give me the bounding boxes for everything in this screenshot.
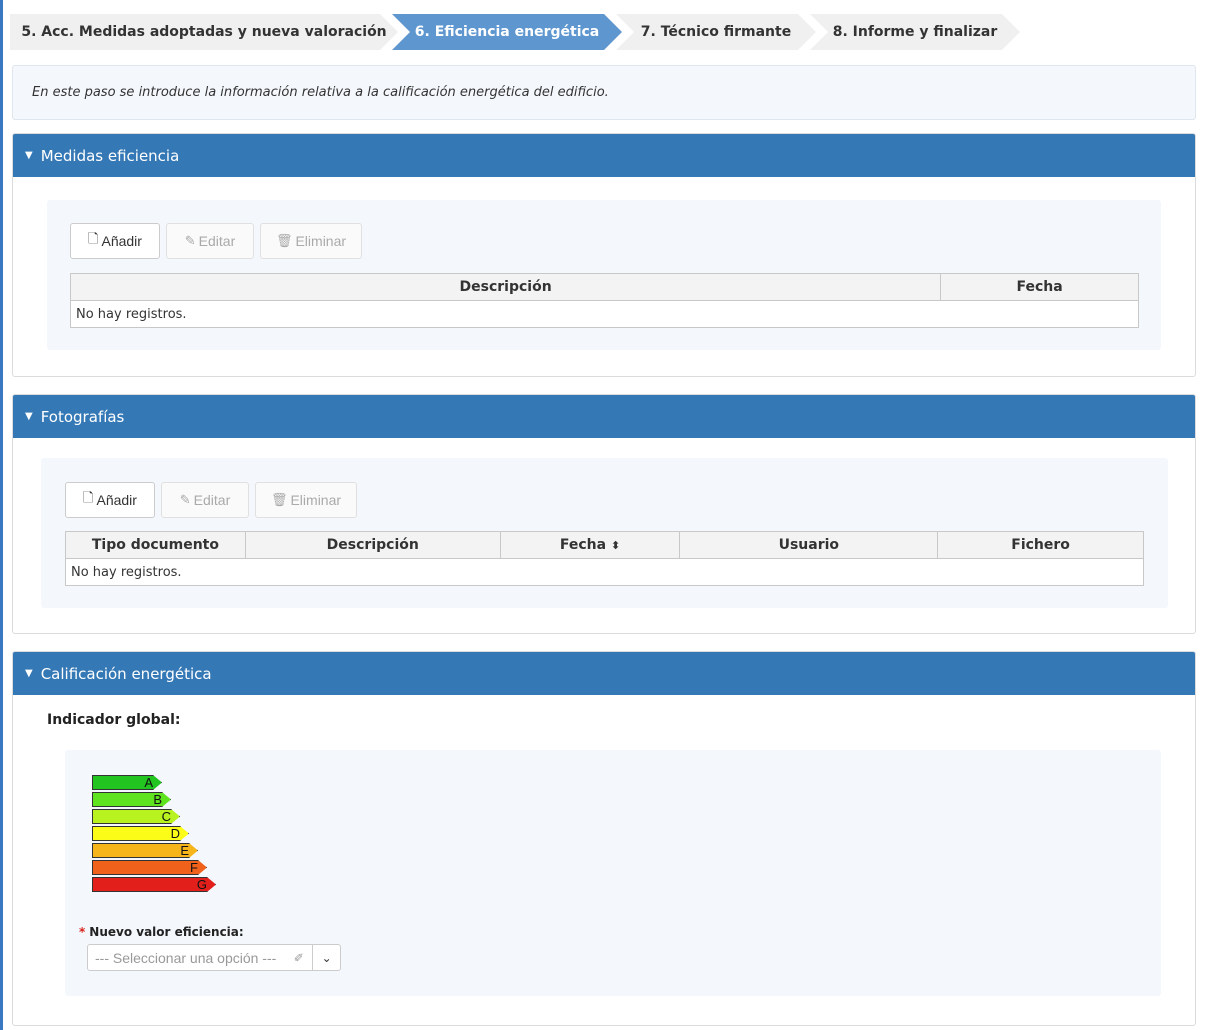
table-row: No hay registros.: [65, 558, 1144, 586]
energy-bar-g: G: [92, 877, 216, 892]
step-6-label: 6. Eficiencia energética: [414, 24, 600, 40]
col-fecha[interactable]: Fecha ⬍: [499, 531, 681, 559]
col-fecha[interactable]: Fecha: [940, 273, 1139, 301]
calificacion-container: ABCDEFG * Nuevo valor eficiencia: --- Sel…: [65, 750, 1161, 996]
medidas-add-button[interactable]: 🗋 Añadir: [70, 223, 160, 259]
step-5[interactable]: 5. Acc. Medidas adoptadas y nueva valora…: [10, 14, 398, 50]
col-tipo-documento[interactable]: Tipo documento: [65, 531, 246, 559]
fotos-delete-label: Eliminar: [290, 492, 342, 508]
info-text: En este paso se introduce la información…: [32, 85, 609, 100]
panel-fotografias-title: Fotografías: [40, 407, 125, 426]
fotos-add-button[interactable]: 🗋 Añadir: [65, 482, 155, 518]
panel-calificacion-header[interactable]: ▼ Calificación energética: [13, 652, 1195, 695]
panel-fotografias-header[interactable]: ▼ Fotografías: [13, 395, 1195, 438]
energy-bar-f: F: [92, 860, 207, 875]
empty-message: No hay registros.: [70, 300, 1139, 328]
energy-bar-b: B: [92, 792, 171, 807]
edit-icon: ✎: [179, 492, 191, 507]
fotos-edit-button[interactable]: ✎ Editar: [161, 482, 249, 518]
col-descripcion[interactable]: Descripción: [69, 273, 942, 301]
medidas-table: Descripción Fecha No hay registros.: [69, 273, 1139, 328]
medidas-container: 🗋 Añadir ✎ Editar 🗑 Eliminar Descripción Fe…: [47, 200, 1161, 350]
wizard-steps: 5. Acc. Medidas adoptadas y nueva valora…: [10, 14, 1205, 50]
nuevo-valor-label: * Nuevo valor eficiencia:: [79, 925, 244, 939]
step-8[interactable]: 8. Informe y finalizar: [810, 14, 1020, 50]
trash-icon: 🗑: [275, 233, 293, 248]
info-box: En este paso se introduce la información…: [12, 65, 1196, 120]
eraser-icon[interactable]: ✐: [294, 951, 312, 965]
col-fichero[interactable]: Fichero: [937, 531, 1144, 559]
medidas-edit-label: Editar: [198, 233, 236, 249]
nuevo-valor-select[interactable]: --- Seleccionar una opción --- ✐ ⌄: [87, 944, 341, 971]
panel-calificacion-title: Calificación energética: [40, 664, 212, 683]
select-placeholder: --- Seleccionar una opción ---: [95, 949, 277, 966]
fotografias-header-row: Tipo documento Descripción Fecha ⬍ Usuar…: [65, 531, 1144, 559]
medidas-edit-button[interactable]: ✎ Editar: [166, 223, 254, 259]
energy-bar-c: C: [92, 809, 180, 824]
fotografias-container: 🗋 Añadir ✎ Editar 🗑 Eliminar Tipo documento…: [41, 458, 1168, 608]
medidas-add-label: Añadir: [101, 233, 142, 249]
panel-medidas-eficiencia: ▼ Medidas eficiencia 🗋 Añadir ✎ Editar 🗑 El…: [12, 133, 1196, 377]
fotografias-table: Tipo documento Descripción Fecha ⬍ Usuar…: [65, 531, 1144, 586]
step-7-label: 7. Técnico firmante: [640, 24, 792, 40]
medidas-delete-label: Eliminar: [295, 233, 347, 249]
file-icon: 🗋: [83, 490, 94, 505]
table-row: No hay registros.: [70, 300, 1139, 328]
caret-down-icon: ▼: [25, 150, 33, 161]
medidas-header-row: Descripción Fecha: [69, 273, 1139, 301]
step-5-label: 5. Acc. Medidas adoptadas y nueva valora…: [21, 24, 387, 40]
col-usuario[interactable]: Usuario: [679, 531, 939, 559]
energy-bar-e: E: [92, 843, 198, 858]
panel-medidas-header[interactable]: ▼ Medidas eficiencia: [13, 134, 1195, 177]
file-icon: 🗋: [88, 231, 99, 246]
panel-fotografias: ▼ Fotografías 🗋 Añadir ✎ Editar 🗑 Eliminar …: [12, 394, 1196, 634]
trash-icon: 🗑: [270, 492, 288, 507]
caret-down-icon: ▼: [25, 668, 33, 679]
chevron-down-icon[interactable]: ⌄: [312, 945, 340, 970]
edit-icon: ✎: [184, 233, 196, 248]
step-8-label: 8. Informe y finalizar: [832, 24, 998, 40]
nuevo-valor-label-text: Nuevo valor eficiencia:: [89, 925, 244, 939]
panel-calificacion-energetica: ▼ Calificación energética Indicador glob…: [12, 651, 1196, 1026]
fotos-delete-button[interactable]: 🗑 Eliminar: [255, 482, 357, 518]
fotos-edit-label: Editar: [193, 492, 231, 508]
required-mark: *: [79, 925, 86, 939]
medidas-delete-button[interactable]: 🗑 Eliminar: [260, 223, 362, 259]
sort-icon[interactable]: ⬍: [611, 539, 620, 552]
empty-message: No hay registros.: [65, 558, 1144, 586]
fotos-add-label: Añadir: [96, 492, 137, 508]
indicator-global-label: Indicador global:: [47, 712, 181, 728]
left-border: [0, 0, 3, 1030]
step-6[interactable]: 6. Eficiencia energética: [392, 14, 622, 50]
energy-bar-a: A: [92, 775, 162, 790]
col-fecha-label: Fecha: [559, 537, 607, 553]
caret-down-icon: ▼: [25, 411, 33, 422]
energy-bar-d: D: [92, 826, 189, 841]
step-7[interactable]: 7. Técnico firmante: [616, 14, 816, 50]
col-descripcion[interactable]: Descripción: [244, 531, 501, 559]
panel-medidas-title: Medidas eficiencia: [40, 146, 180, 165]
